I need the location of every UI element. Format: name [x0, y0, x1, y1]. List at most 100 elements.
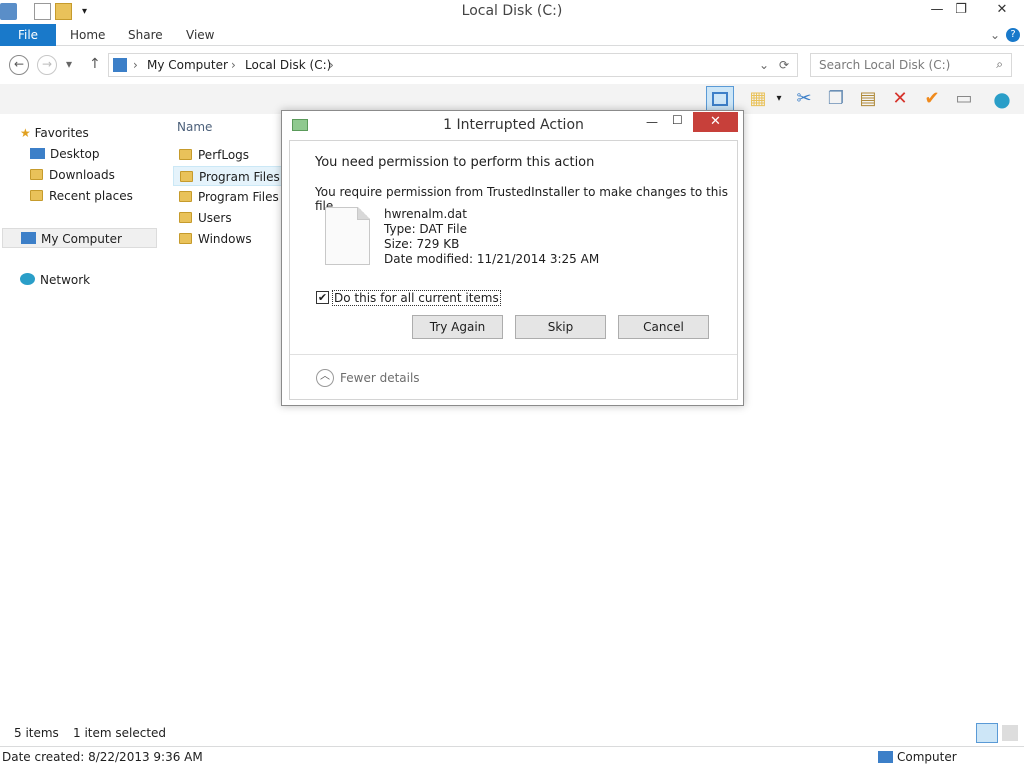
expand-ribbon-icon[interactable]: ⌄ — [990, 24, 1000, 46]
computer-icon — [878, 751, 893, 763]
file-name: Windows — [198, 232, 252, 246]
file-date-modified: Date modified: 11/21/2014 3:25 AM — [384, 252, 600, 266]
downloads-icon — [30, 169, 43, 180]
computer-label: Computer — [897, 750, 957, 764]
file-item[interactable]: Program Files (x86) — [173, 187, 283, 207]
file-item[interactable]: Users — [173, 208, 283, 228]
nav-my-computer[interactable]: My Computer — [2, 228, 157, 248]
folder-icon — [179, 212, 192, 223]
close-button[interactable]: ✕ — [980, 0, 1024, 22]
copy-icon[interactable]: ❐ — [824, 87, 848, 111]
nav-label: Desktop — [50, 147, 100, 161]
file-name: Program Files — [199, 170, 280, 184]
nav-recent-places[interactable]: Recent places — [30, 186, 133, 206]
selection-count: 1 item selected — [73, 726, 167, 740]
desktop-icon — [30, 148, 45, 159]
details-bar: Date created: 8/22/2013 9:36 AM Computer — [0, 746, 1024, 768]
file-icon — [325, 207, 370, 265]
breadcrumb-separator: › — [231, 58, 236, 72]
star-icon: ★ — [20, 126, 31, 140]
address-row: ← → ▾ ↑ › My Computer › Local Disk (C:) … — [0, 52, 1024, 78]
help-icon[interactable]: ? — [1006, 28, 1020, 42]
paste-icon[interactable]: ▤ — [856, 87, 880, 111]
file-item[interactable]: Program Files — [173, 166, 283, 186]
layout-icon[interactable] — [706, 86, 734, 112]
breadcrumb-my-computer[interactable]: My Computer — [147, 58, 228, 72]
tab-home[interactable]: Home — [70, 24, 105, 46]
file-name: Users — [198, 211, 232, 225]
try-again-button[interactable]: Try Again — [412, 315, 503, 339]
computer-icon — [21, 232, 36, 244]
interrupted-action-dialog: 1 Interrupted Action — ☐ ✕ You need perm… — [281, 110, 744, 406]
nav-favorites[interactable]: ★ Favorites — [20, 123, 89, 143]
back-button[interactable]: ← — [9, 55, 29, 75]
title-bar: ▾ Local Disk (C:) — ❐ ✕ — [0, 0, 1024, 24]
address-dropdown-icon[interactable]: ⌄ — [759, 58, 769, 72]
recent-places-icon — [30, 190, 43, 201]
folder-icon — [179, 149, 192, 160]
item-count: 5 items — [14, 726, 59, 740]
tab-view[interactable]: View — [186, 24, 214, 46]
ribbon: File Home Share View ⌄ ? — [0, 24, 1024, 46]
folder-icon — [179, 233, 192, 244]
dialog-close-button[interactable]: ✕ — [693, 112, 738, 132]
breadcrumb-separator: › — [133, 58, 138, 72]
column-header-name[interactable]: Name — [177, 120, 212, 134]
apply-all-checkbox[interactable]: ✔ — [316, 291, 329, 304]
dialog-minimize-button[interactable]: — — [646, 115, 658, 129]
nav-label: Network — [40, 273, 91, 287]
rename-icon[interactable]: ▭ — [952, 87, 976, 111]
nav-downloads[interactable]: Downloads — [30, 165, 115, 185]
collapse-details-icon[interactable]: ︿ — [316, 369, 334, 387]
file-item[interactable]: Windows — [173, 229, 283, 249]
apply-all-label[interactable]: Do this for all current items — [332, 290, 501, 306]
checkmark-icon[interactable]: ✔ — [920, 87, 944, 111]
delete-icon[interactable]: ✕ — [888, 87, 912, 111]
skip-button[interactable]: Skip — [515, 315, 606, 339]
fewer-details-link[interactable]: Fewer details — [340, 371, 420, 385]
nav-label: Recent places — [49, 189, 133, 203]
nav-label: Favorites — [34, 126, 89, 140]
large-icons-view-icon[interactable] — [1002, 725, 1018, 741]
date-created: Date created: 8/22/2013 9:36 AM — [2, 750, 203, 764]
nav-label: My Computer — [41, 232, 122, 246]
minimize-button[interactable]: — — [926, 0, 948, 22]
checklist-folder-icon[interactable]: ▦ — [746, 87, 770, 111]
tab-file[interactable]: File — [0, 24, 56, 46]
search-input[interactable]: Search Local Disk (C:) ⌕ — [810, 53, 1012, 77]
cut-icon[interactable]: ✂ — [792, 87, 816, 111]
file-type: Type: DAT File — [384, 222, 467, 236]
nav-desktop[interactable]: Desktop — [30, 144, 100, 164]
up-button[interactable]: ↑ — [89, 56, 101, 72]
file-name: PerfLogs — [198, 148, 250, 162]
file-name: Program Files (x86) — [198, 190, 283, 204]
refresh-icon[interactable]: ⟳ — [779, 58, 789, 72]
divider — [290, 354, 737, 355]
globe-icon[interactable]: ● — [990, 87, 1014, 111]
details-view-icon[interactable] — [976, 723, 998, 743]
dialog-maximize-button[interactable]: ☐ — [672, 113, 683, 127]
network-icon — [20, 273, 35, 285]
recent-locations-button[interactable]: ▾ — [66, 57, 72, 71]
computer-icon — [113, 58, 127, 72]
dialog-heading: You need permission to perform this acti… — [315, 155, 595, 170]
nav-network[interactable]: Network — [20, 270, 90, 290]
file-name: hwrenalm.dat — [384, 207, 467, 221]
nav-label: Downloads — [49, 168, 115, 182]
breadcrumb-local-disk[interactable]: Local Disk (C:) — [245, 58, 331, 72]
window-title: Local Disk (C:) — [461, 3, 563, 19]
folder-icon — [180, 171, 193, 182]
breadcrumb-separator: › — [329, 58, 334, 72]
status-bar: 5 items 1 item selected — [0, 722, 1024, 744]
dropdown-icon[interactable]: ▾ — [772, 87, 786, 111]
tab-share[interactable]: Share — [128, 24, 163, 46]
file-size: Size: 729 KB — [384, 237, 460, 251]
search-icon[interactable]: ⌕ — [996, 57, 1003, 72]
file-item[interactable]: PerfLogs — [173, 145, 283, 165]
maximize-button[interactable]: ❐ — [950, 0, 972, 22]
cancel-button[interactable]: Cancel — [618, 315, 709, 339]
dialog-message: You require permission from TrustedInsta… — [315, 185, 728, 213]
address-bar[interactable]: › My Computer › Local Disk (C:) › ⌄ ⟳ — [108, 53, 798, 77]
forward-button[interactable]: → — [37, 55, 57, 75]
search-placeholder: Search Local Disk (C:) — [819, 58, 951, 72]
